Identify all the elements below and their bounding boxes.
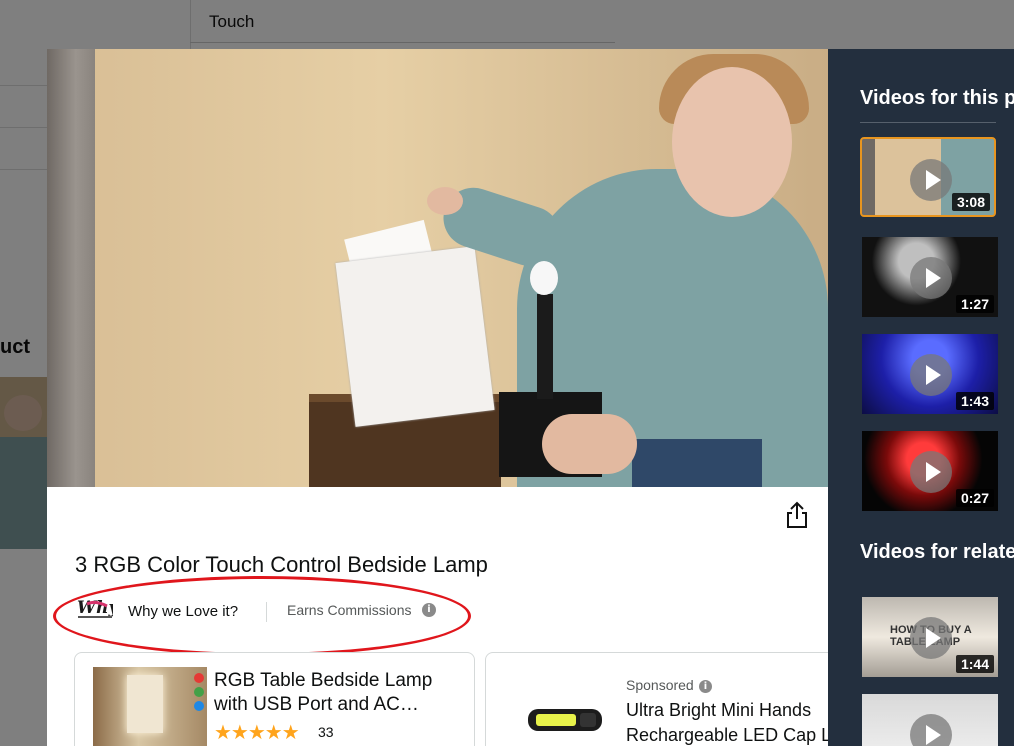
- video-thumbnail-3[interactable]: 1:43: [862, 334, 998, 414]
- video-duration: 3:08: [951, 193, 990, 211]
- video-thumbnail-related-1[interactable]: HOW TO BUY A TABLE LAMP 1:44: [862, 597, 998, 677]
- video-duration: 1:27: [955, 295, 994, 313]
- video-duration: 1:43: [955, 392, 994, 410]
- video-sidebar: Videos for this p 3:08 1:27 1:43 0:27 Vi…: [828, 49, 1014, 746]
- sponsored-info-icon[interactable]: i: [699, 680, 712, 693]
- video-thumbnail-4[interactable]: 0:27: [862, 431, 998, 511]
- info-icon[interactable]: i: [422, 603, 436, 617]
- brand-tagline[interactable]: Why we Love it?: [128, 603, 238, 620]
- share-icon[interactable]: [783, 500, 811, 530]
- product-card-image[interactable]: [93, 667, 207, 746]
- play-icon: [910, 714, 952, 746]
- play-icon: [910, 451, 952, 493]
- product-card-title[interactable]: RGB Table Bedside Lamp with USB Port and…: [214, 669, 462, 717]
- sidebar-heading-underline: [860, 122, 996, 123]
- video-thumbnail-2[interactable]: 1:27: [862, 237, 998, 317]
- video-thumbnail-related-2[interactable]: [862, 694, 998, 746]
- video-player[interactable]: [47, 49, 828, 487]
- sidebar-heading-related-videos: Videos for relate: [860, 541, 1014, 563]
- divider: [266, 602, 267, 622]
- video-duration: 0:27: [955, 489, 994, 507]
- video-thumbnail-1[interactable]: 3:08: [860, 137, 996, 217]
- play-icon: [910, 617, 952, 659]
- play-icon: [910, 354, 952, 396]
- play-icon: [910, 257, 952, 299]
- sidebar-heading-product-videos: Videos for this p: [860, 87, 1014, 109]
- product-card-title[interactable]: Ultra Bright Mini Hands Rechargeable LED…: [626, 698, 828, 746]
- sponsored-product-card[interactable]: Sponsored i Ultra Bright Mini Hands Rech…: [485, 652, 828, 746]
- brand-logo[interactable]: Why: [77, 596, 113, 620]
- sponsored-label: Sponsored: [626, 677, 694, 693]
- product-card-image[interactable]: [522, 697, 608, 743]
- product-title: 3 RGB Color Touch Control Bedside Lamp: [75, 552, 488, 577]
- commission-label: Earns Commissions: [287, 602, 412, 618]
- video-modal: 3 RGB Color Touch Control Bedside Lamp W…: [47, 49, 828, 746]
- video-duration: 1:44: [955, 655, 994, 673]
- star-rating-icon: ★★★★★: [214, 720, 300, 744]
- product-card[interactable]: RGB Table Bedside Lamp with USB Port and…: [74, 652, 475, 746]
- play-icon: [910, 159, 952, 201]
- rating-count[interactable]: 33: [318, 724, 334, 740]
